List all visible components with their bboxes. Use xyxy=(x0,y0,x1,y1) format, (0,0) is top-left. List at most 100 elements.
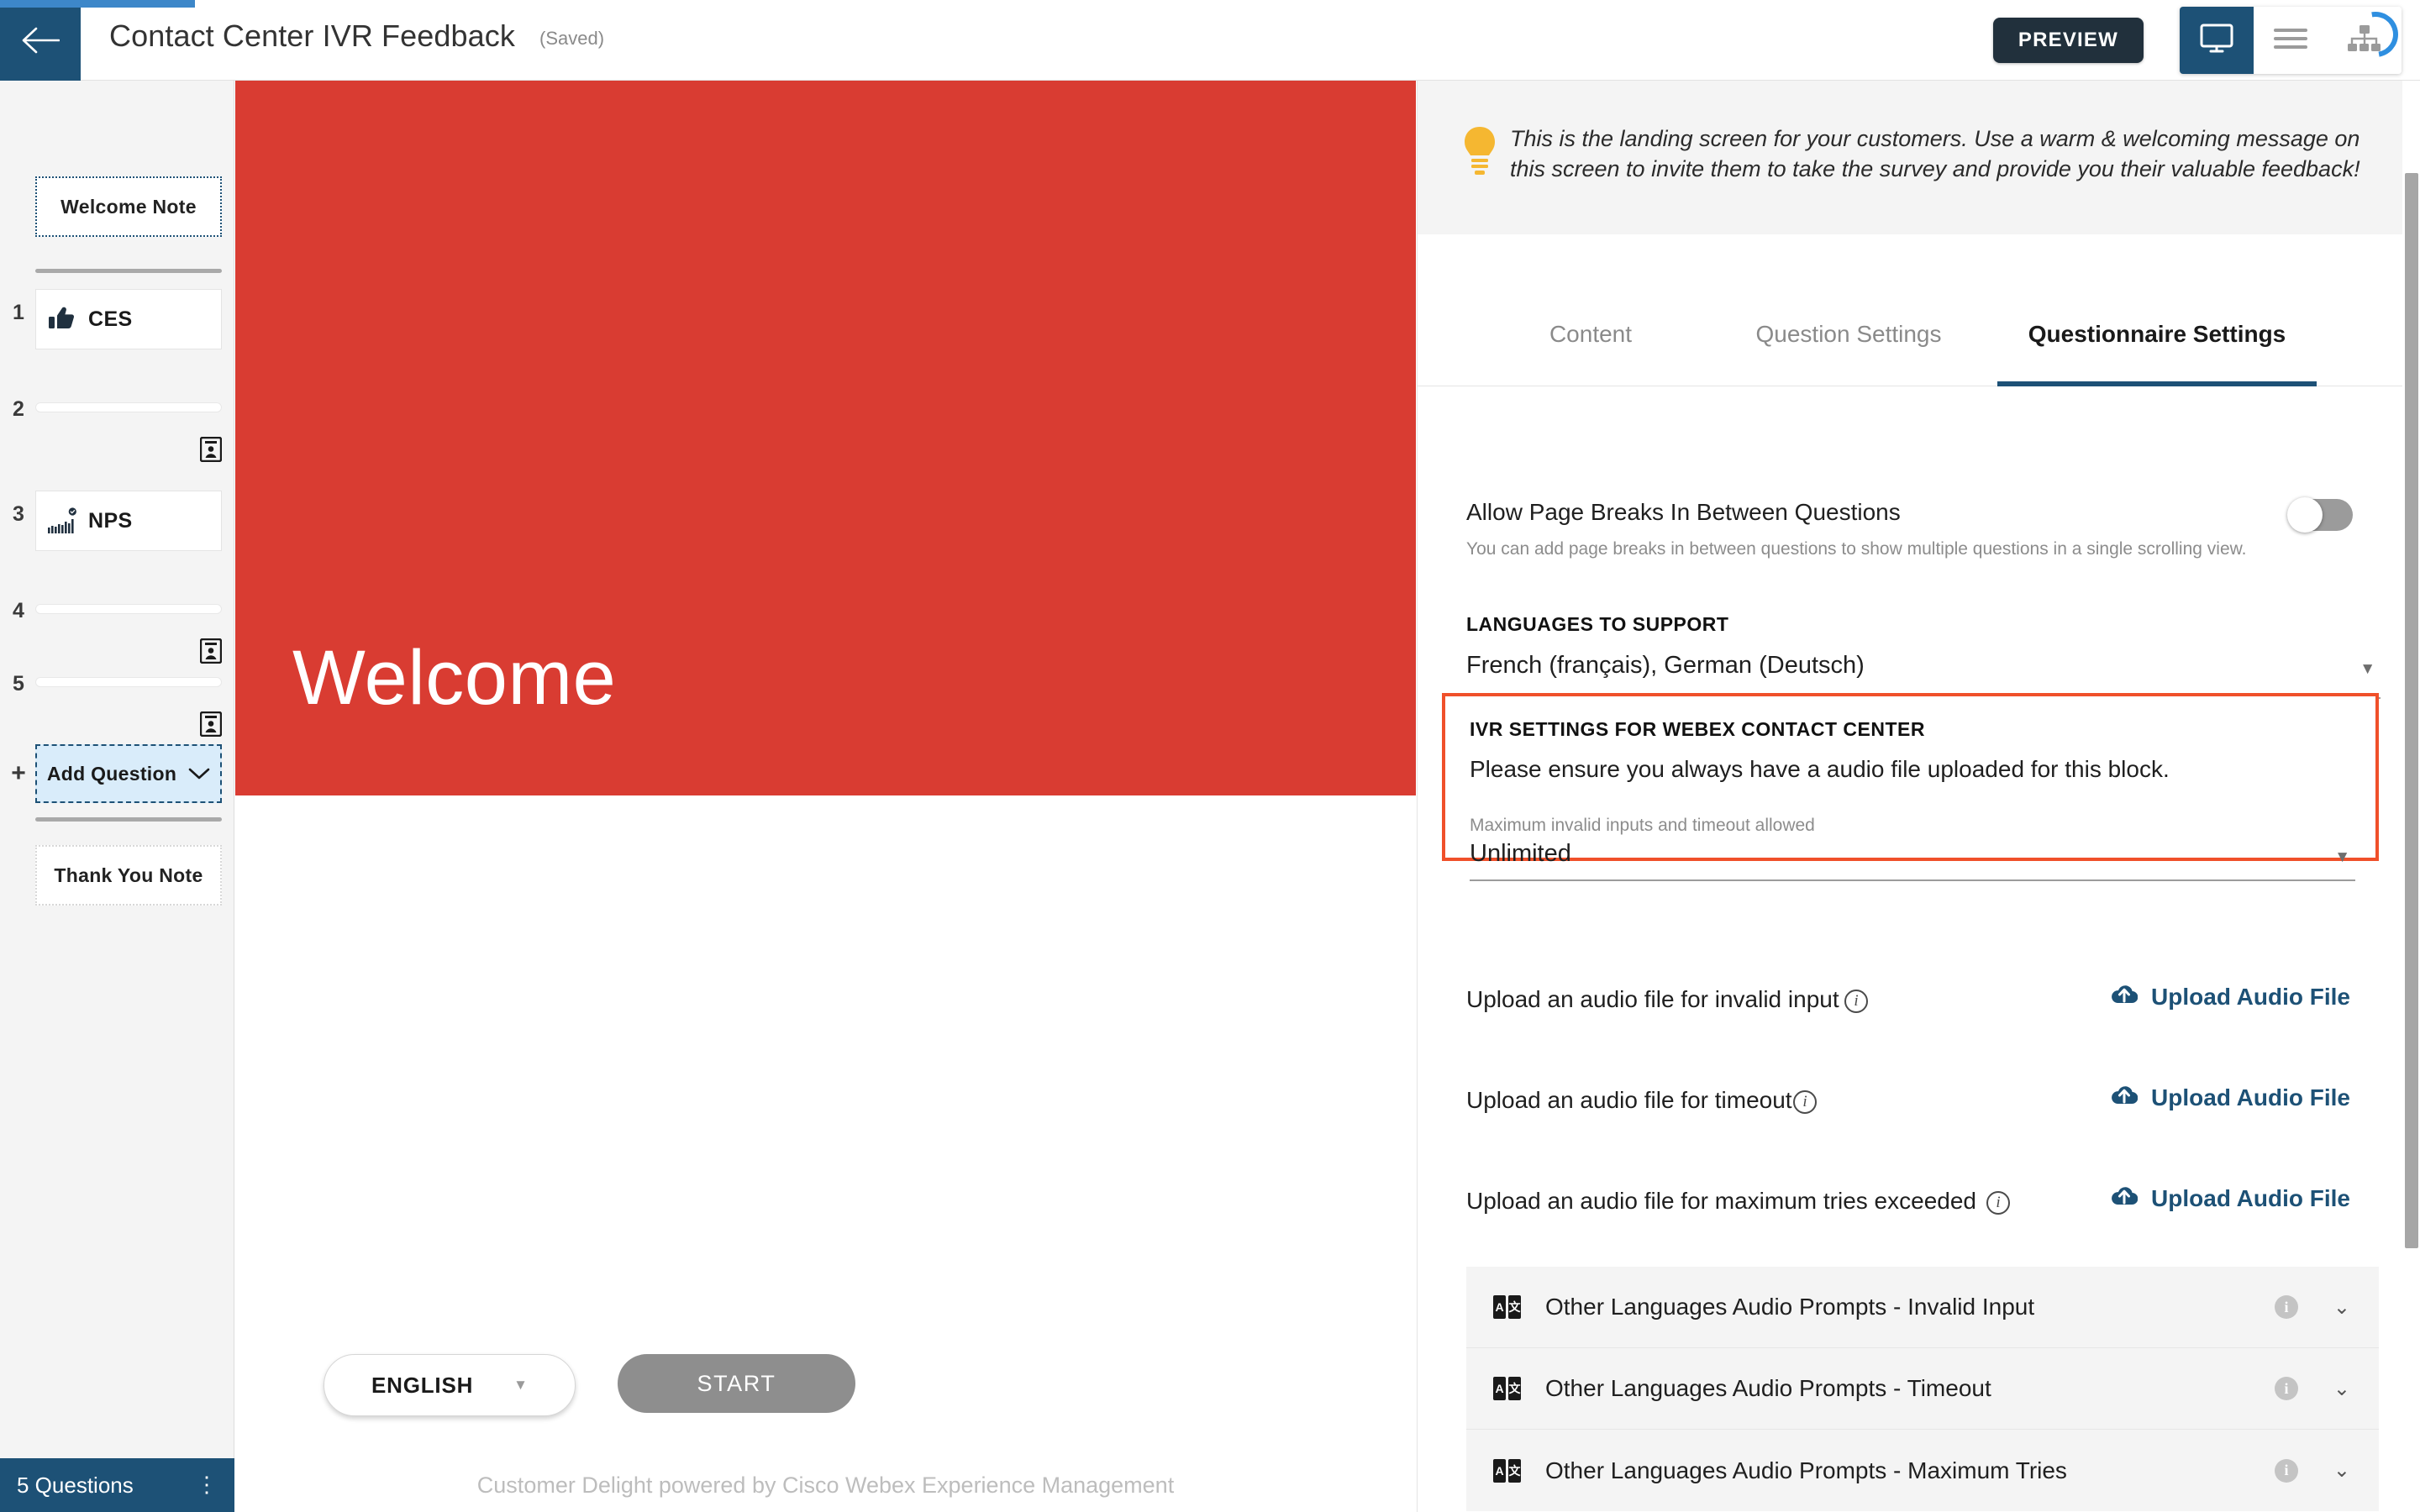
chevron-down-icon[interactable]: ⌄ xyxy=(2333,1295,2350,1320)
ivr-max-attempts-select[interactable]: Unlimited ▼ xyxy=(1470,840,2355,881)
info-circle-icon[interactable]: i xyxy=(2275,1377,2298,1400)
sidebar-item-welcome-note[interactable]: Welcome Note xyxy=(35,176,222,237)
monitor-icon xyxy=(2199,23,2234,59)
sidebar-item-nps[interactable]: NPS xyxy=(35,491,222,551)
page-load-progress-bar xyxy=(0,0,195,8)
info-circle-icon[interactable]: i xyxy=(2275,1458,2298,1483)
upload-audio-file-timeout-button[interactable]: Upload Audio File xyxy=(2111,1084,2350,1111)
languages-heading: LANGUAGES TO SUPPORT xyxy=(1466,613,1729,635)
upload-maximum-tries-label: Upload an audio file for maximum tries e… xyxy=(1466,1188,1976,1214)
cloud-upload-icon xyxy=(2111,983,2139,1011)
chevron-down-icon xyxy=(188,763,210,785)
chevron-down-icon: ▼ xyxy=(2334,848,2350,866)
add-question-button[interactable]: Add Question xyxy=(35,744,222,803)
tip-banner: This is the landing screen for your cust… xyxy=(1418,81,2402,234)
question-number: 2 xyxy=(13,397,24,421)
page-breaks-label: Allow Page Breaks In Between Questions xyxy=(1466,499,1901,525)
sidebar-item-ces[interactable]: CES xyxy=(35,289,222,349)
ivr-heading: IVR SETTINGS FOR WEBEX CONTACT CENTER xyxy=(1470,718,1925,740)
page-breaks-toggle[interactable] xyxy=(2287,497,2353,533)
accordion-other-languages-maximum-tries[interactable]: A文 Other Languages Audio Prompts - Maxim… xyxy=(1466,1430,2379,1511)
tab-content[interactable]: Content xyxy=(1483,306,1698,386)
info-circle-icon[interactable]: i xyxy=(1793,1090,1817,1114)
ivr-notice: Please ensure you always have a audio fi… xyxy=(1470,756,2170,782)
tip-text: This is the landing screen for your cust… xyxy=(1510,126,2360,182)
info-circle-icon[interactable]: i xyxy=(1844,990,1868,1013)
languages-select-value: French (français), German (Deutsch) xyxy=(1466,652,1865,679)
contact-card-icon[interactable] xyxy=(199,638,223,664)
upload-row-invalid-input: Upload an audio file for invalid input i… xyxy=(1418,983,2402,1020)
app-header: Contact Center IVR Feedback (Saved) PREV… xyxy=(0,0,2420,81)
accordion-label: Other Languages Audio Prompts - Maximum … xyxy=(1545,1457,2067,1483)
other-languages-accordion-group: A文 Other Languages Audio Prompts - Inval… xyxy=(1466,1267,2379,1511)
sidebar-item-thank-you-note[interactable]: Thank You Note xyxy=(35,845,222,906)
info-circle-icon[interactable]: i xyxy=(1986,1191,2010,1215)
accordion-other-languages-timeout[interactable]: A文 Other Languages Audio Prompts - Timeo… xyxy=(1466,1348,2379,1430)
upload-row-maximum-tries: Upload an audio file for maximum tries e… xyxy=(1418,1185,2402,1221)
chevron-down-icon: ▼ xyxy=(2360,660,2375,678)
view-mode-desktop-button[interactable] xyxy=(2180,7,2254,74)
translate-icon: A文 xyxy=(1493,1377,1522,1400)
upload-button-label: Upload Audio File xyxy=(2151,1184,2350,1211)
page-breaks-description: You can add page breaks in between quest… xyxy=(1466,539,2247,559)
view-mode-list-button[interactable] xyxy=(2254,7,2328,74)
preview-language-select[interactable]: ENGLISH ▼ xyxy=(324,1354,576,1416)
settings-panel: This is the landing screen for your cust… xyxy=(1417,81,2402,1512)
upload-row-timeout: Upload an audio file for timeout i Uploa… xyxy=(1418,1084,2402,1121)
add-question-label: Add Question xyxy=(46,762,177,785)
accordion-label: Other Languages Audio Prompts - Invalid … xyxy=(1545,1294,2035,1320)
app-root: Contact Center IVR Feedback (Saved) PREV… xyxy=(0,0,2420,1512)
loading-spinner-icon xyxy=(2344,3,2407,66)
question-label: NPS xyxy=(88,508,133,533)
sidebar-divider-bottom xyxy=(35,817,222,822)
preview-language-value: ENGLISH xyxy=(371,1372,474,1398)
ivr-max-attempts-label: Maximum invalid inputs and timeout allow… xyxy=(1470,816,1815,835)
tab-questionnaire-settings[interactable]: Questionnaire Settings xyxy=(1997,306,2317,386)
upload-audio-file-maximum-tries-button[interactable]: Upload Audio File xyxy=(2111,1184,2350,1212)
sidebar-item-question-2[interactable] xyxy=(35,402,222,412)
accordion-label: Other Languages Audio Prompts - Timeout xyxy=(1545,1375,1991,1401)
panel-scrollbar-track[interactable] xyxy=(2403,81,2420,1512)
upload-audio-file-invalid-input-button[interactable]: Upload Audio File xyxy=(2111,983,2350,1011)
preview-start-button[interactable]: START xyxy=(618,1354,855,1413)
translate-icon: A文 xyxy=(1493,1458,1522,1483)
sidebar-item-question-5[interactable] xyxy=(35,677,222,687)
panel-scrollbar-thumb[interactable] xyxy=(2405,173,2418,1248)
languages-select[interactable]: French (français), German (Deutsch) ▼ xyxy=(1466,652,2381,699)
upload-button-label: Upload Audio File xyxy=(2151,1084,2350,1110)
chevron-down-icon[interactable]: ⌄ xyxy=(2333,1458,2350,1483)
toggle-knob xyxy=(2287,497,2323,533)
chevron-down-icon: ▼ xyxy=(513,1377,528,1393)
thumbs-up-icon xyxy=(36,307,88,332)
contact-card-icon[interactable] xyxy=(199,436,223,463)
upload-timeout-label: Upload an audio file for timeout xyxy=(1466,1087,1792,1113)
kebab-menu-icon[interactable]: ⋮ xyxy=(196,1474,218,1495)
settings-tabs: Content Question Settings Questionnaire … xyxy=(1418,306,2402,386)
question-sidebar: Welcome Note 1 CES 2 3 NPS 4 5 + Add Que… xyxy=(0,81,234,1458)
accordion-other-languages-invalid-input[interactable]: A文 Other Languages Audio Prompts - Inval… xyxy=(1466,1267,2379,1348)
survey-preview-canvas: Welcome ENGLISH ▼ START Customer Delight… xyxy=(235,81,1416,1512)
ivr-settings-highlight-box: IVR SETTINGS FOR WEBEX CONTACT CENTER Pl… xyxy=(1442,693,2379,881)
upload-button-label: Upload Audio File xyxy=(2151,983,2350,1010)
preview-button[interactable]: PREVIEW xyxy=(1992,18,2144,63)
lightbulb-icon xyxy=(1461,125,1498,181)
cloud-upload-icon xyxy=(2111,1084,2139,1111)
question-count-statusbar[interactable]: 5 Questions ⋮ xyxy=(0,1458,234,1512)
question-number: 5 xyxy=(13,672,24,696)
translate-icon: A文 xyxy=(1493,1295,1522,1319)
question-number: 1 xyxy=(13,301,24,324)
cloud-upload-icon xyxy=(2111,1184,2139,1212)
saved-status: (Saved) xyxy=(539,28,605,49)
chevron-down-icon[interactable]: ⌄ xyxy=(2333,1377,2350,1401)
question-number: 3 xyxy=(13,502,24,526)
add-question-plus-symbol: + xyxy=(11,759,26,787)
sidebar-item-question-4[interactable] xyxy=(35,604,222,614)
info-circle-icon[interactable]: i xyxy=(2275,1295,2298,1319)
hero-banner: Welcome xyxy=(235,81,1416,795)
question-number: 4 xyxy=(13,599,24,622)
bar-chart-icon xyxy=(36,507,88,534)
tab-question-settings[interactable]: Question Settings xyxy=(1705,306,1992,386)
contact-card-icon[interactable] xyxy=(199,711,223,738)
back-button[interactable] xyxy=(0,0,81,81)
question-count-label: 5 Questions xyxy=(17,1472,134,1498)
